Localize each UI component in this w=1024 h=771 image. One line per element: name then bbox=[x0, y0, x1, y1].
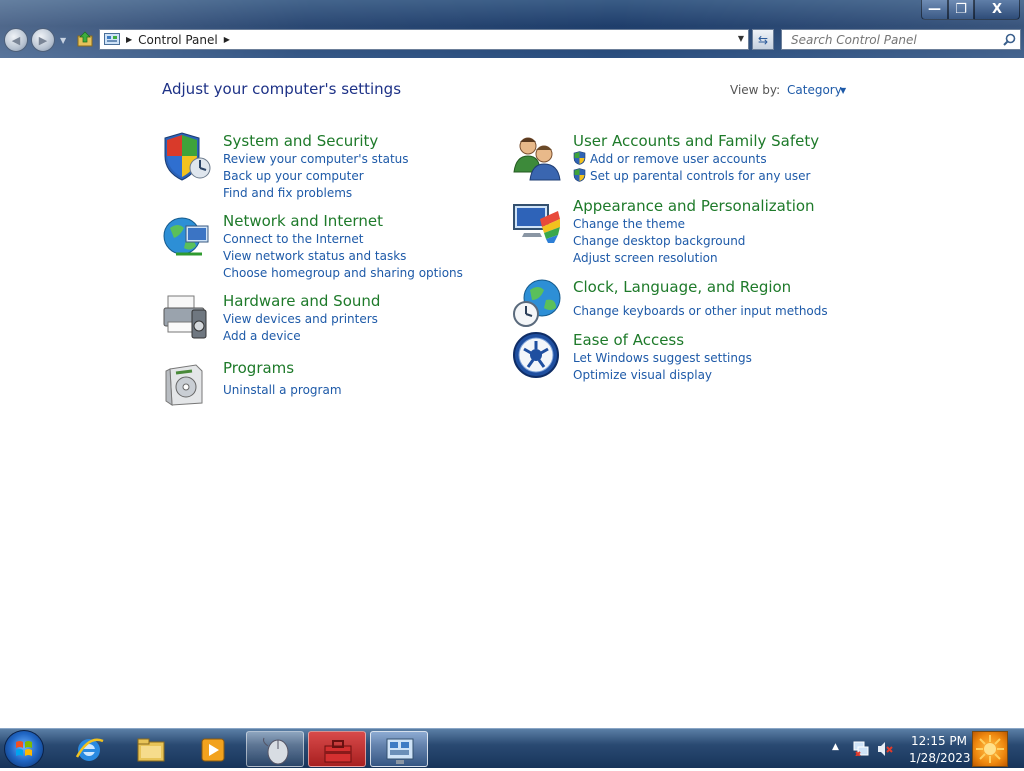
network-globe-icon[interactable] bbox=[162, 212, 212, 262]
category-user-accounts: User Accounts and Family Safety Add or r… bbox=[512, 132, 852, 188]
close-button[interactable]: X bbox=[974, 0, 1020, 20]
category-title[interactable]: Network and Internet bbox=[223, 212, 383, 230]
show-hidden-icons-icon[interactable]: ▲ bbox=[832, 742, 839, 752]
taskbar-internet-explorer[interactable] bbox=[60, 731, 118, 767]
link-review-status[interactable]: Review your computer's status bbox=[223, 152, 409, 166]
category-programs: Programs Uninstall a program bbox=[162, 359, 492, 409]
control-panel-icon bbox=[104, 32, 120, 45]
windows-logo-icon bbox=[16, 741, 32, 756]
clock-time[interactable]: 12:15 PM bbox=[911, 734, 967, 748]
recent-pages-dropdown-icon[interactable]: ▼ bbox=[60, 36, 66, 45]
category-title[interactable]: Ease of Access bbox=[573, 331, 684, 349]
category-ease-of-access: Ease of Access Let Windows suggest setti… bbox=[512, 331, 852, 387]
content-area: Adjust your computer's settings View by:… bbox=[0, 58, 1024, 728]
breadcrumb-control-panel[interactable]: Control Panel bbox=[138, 33, 218, 47]
folder-icon bbox=[137, 738, 165, 762]
category-title[interactable]: Hardware and Sound bbox=[223, 292, 380, 310]
category-title[interactable]: Clock, Language, and Region bbox=[573, 278, 791, 296]
volume-muted-icon[interactable] bbox=[877, 741, 893, 757]
media-player-icon bbox=[201, 738, 225, 762]
link-add-remove-accounts[interactable]: Add or remove user accounts bbox=[590, 152, 767, 166]
title-bar: — ❐ X ◀ ▶ ▼ ▶ Control Panel ▶ ▼ ⇆ bbox=[0, 0, 1024, 58]
category-network-internet: Network and Internet Connect to the Inte… bbox=[162, 212, 492, 282]
toolbox-icon bbox=[324, 740, 352, 763]
breadcrumb-separator-icon[interactable]: ▶ bbox=[224, 35, 230, 44]
category-appearance: Appearance and Personalization Change th… bbox=[512, 197, 852, 267]
link-change-theme[interactable]: Change the theme bbox=[573, 217, 685, 231]
search-input[interactable] bbox=[789, 30, 1003, 50]
taskbar-control-panel[interactable] bbox=[370, 731, 428, 767]
forward-button[interactable]: ▶ bbox=[31, 28, 55, 52]
mouse-icon bbox=[263, 737, 289, 765]
caption-buttons: — ❐ X bbox=[921, 0, 1020, 20]
breadcrumb-separator-icon[interactable]: ▶ bbox=[126, 35, 132, 44]
taskbar-media-player[interactable] bbox=[184, 731, 242, 767]
link-homegroup[interactable]: Choose homegroup and sharing options bbox=[223, 266, 463, 280]
category-title[interactable]: Appearance and Personalization bbox=[573, 197, 815, 215]
link-uninstall-program[interactable]: Uninstall a program bbox=[223, 383, 342, 397]
internet-explorer-icon bbox=[75, 738, 104, 761]
link-find-fix-problems[interactable]: Find and fix problems bbox=[223, 186, 352, 200]
link-back-up[interactable]: Back up your computer bbox=[223, 169, 364, 183]
up-folder-icon[interactable] bbox=[76, 30, 94, 48]
users-icon[interactable] bbox=[512, 132, 562, 182]
category-title[interactable]: User Accounts and Family Safety bbox=[573, 132, 819, 150]
back-button[interactable]: ◀ bbox=[4, 28, 28, 52]
clock-globe-icon[interactable] bbox=[512, 278, 562, 328]
link-suggest-settings[interactable]: Let Windows suggest settings bbox=[573, 351, 752, 365]
maximize-button[interactable]: ❐ bbox=[948, 0, 974, 20]
taskbar-windows-explorer[interactable] bbox=[122, 731, 180, 767]
link-desktop-background[interactable]: Change desktop background bbox=[573, 234, 745, 248]
clock-date[interactable]: 1/28/2023 bbox=[909, 751, 971, 765]
link-network-status[interactable]: View network status and tasks bbox=[223, 249, 406, 263]
taskbar-toolbox-app[interactable] bbox=[308, 731, 366, 767]
ease-of-access-icon[interactable] bbox=[512, 331, 562, 381]
programs-box-icon[interactable] bbox=[162, 359, 212, 409]
shield-icon[interactable] bbox=[162, 132, 212, 182]
address-bar[interactable]: ▶ Control Panel ▶ ▼ bbox=[99, 29, 749, 50]
category-title[interactable]: Programs bbox=[223, 359, 294, 377]
refresh-icon: ⇆ bbox=[757, 32, 769, 47]
network-status-icon[interactable] bbox=[853, 740, 869, 756]
link-connect-internet[interactable]: Connect to the Internet bbox=[223, 232, 363, 246]
printer-speaker-icon[interactable] bbox=[162, 292, 212, 342]
category-title[interactable]: System and Security bbox=[223, 132, 378, 150]
category-hardware-sound: Hardware and Sound View devices and prin… bbox=[162, 292, 492, 348]
link-screen-resolution[interactable]: Adjust screen resolution bbox=[573, 251, 718, 265]
taskbar-mouse-app[interactable] bbox=[246, 731, 304, 767]
minimize-button[interactable]: — bbox=[921, 0, 948, 20]
category-clock-region: Clock, Language, and Region Change keybo… bbox=[512, 278, 852, 328]
taskbar: ▲ 12:15 PM 1/28/2023 bbox=[0, 728, 1024, 768]
back-arrow-icon: ◀ bbox=[11, 33, 21, 47]
view-by-dropdown[interactable]: Category bbox=[787, 83, 842, 97]
view-by-label: View by: bbox=[730, 83, 781, 97]
uac-shield-icon bbox=[573, 151, 586, 165]
forward-arrow-icon: ▶ bbox=[38, 33, 48, 47]
link-add-device[interactable]: Add a device bbox=[223, 329, 301, 343]
show-desktop-button[interactable] bbox=[972, 731, 1008, 767]
link-parental-controls[interactable]: Set up parental controls for any user bbox=[590, 169, 810, 183]
search-box[interactable] bbox=[781, 29, 1021, 50]
refresh-button[interactable]: ⇆ bbox=[752, 29, 774, 50]
search-icon[interactable] bbox=[1003, 33, 1016, 46]
link-devices-printers[interactable]: View devices and printers bbox=[223, 312, 378, 326]
link-optimize-display[interactable]: Optimize visual display bbox=[573, 368, 712, 382]
uac-shield-icon bbox=[573, 168, 586, 182]
category-system-security: System and Security Review your computer… bbox=[162, 132, 492, 202]
address-dropdown-icon[interactable]: ▼ bbox=[738, 34, 744, 43]
start-button[interactable] bbox=[4, 730, 44, 768]
page-title: Adjust your computer's settings bbox=[162, 80, 402, 98]
monitor-palette-icon[interactable] bbox=[512, 197, 562, 247]
link-change-keyboards[interactable]: Change keyboards or other input methods bbox=[573, 304, 828, 318]
desktop-thumbnail-icon bbox=[976, 735, 1004, 763]
control-panel-icon bbox=[386, 738, 414, 764]
chevron-down-icon[interactable]: ▼ bbox=[840, 86, 846, 95]
